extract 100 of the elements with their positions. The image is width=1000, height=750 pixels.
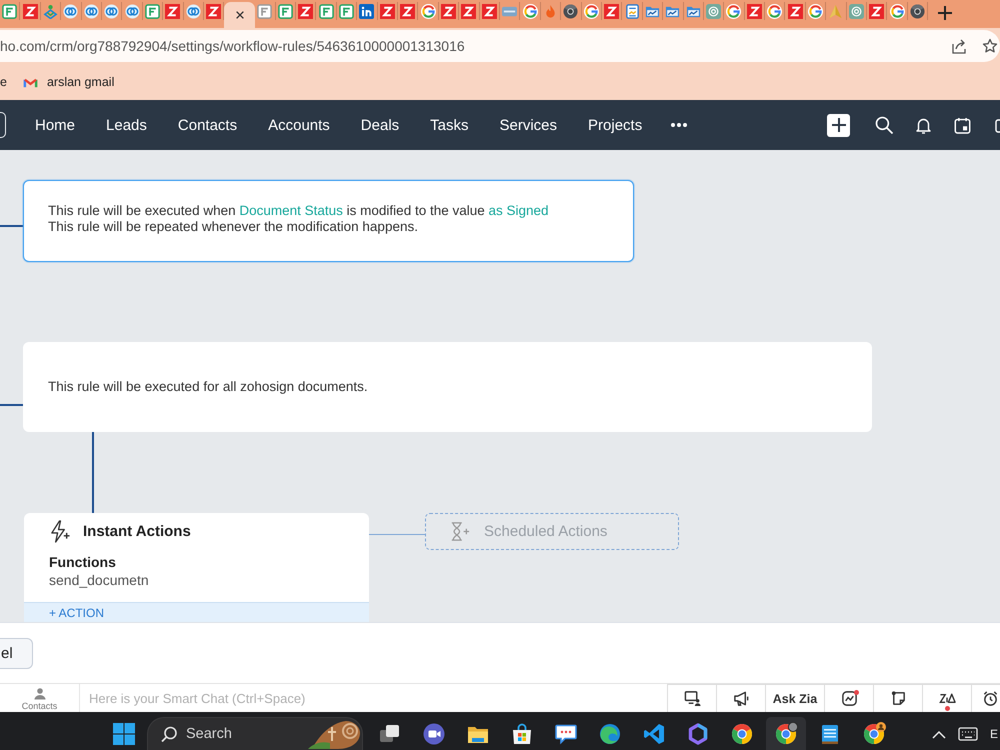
bell-icon[interactable] <box>915 116 932 134</box>
browser-tab[interactable] <box>224 2 256 28</box>
nav-tab[interactable]: Home <box>35 116 76 134</box>
star-icon[interactable] <box>982 38 998 54</box>
rule-note: This rule will be repeated whenever the modification happens. <box>48 219 419 235</box>
toolbar-button[interactable] <box>824 684 873 712</box>
bookmark[interactable]: arslan gmail <box>22 71 114 93</box>
chat-bubble-icon <box>554 722 578 746</box>
nav-tab[interactable]: Services <box>500 116 558 134</box>
hexagon-logo-icon <box>686 722 710 746</box>
search-icon <box>161 726 177 742</box>
browser-tab[interactable] <box>908 2 928 20</box>
alarm-clock-icon <box>982 690 999 707</box>
connector-line <box>0 225 23 227</box>
chrome-icon <box>730 722 754 746</box>
browser-tab[interactable] <box>561 2 582 20</box>
z-logo-icon <box>380 4 395 18</box>
search-field[interactable]: Search <box>147 717 363 750</box>
nav-tab[interactable]: Tasks <box>430 116 468 134</box>
nav-tab[interactable]: Projects <box>588 116 642 134</box>
browser-tab[interactable] <box>785 2 806 20</box>
chevron-up-icon[interactable] <box>932 730 946 738</box>
code-editor-icon <box>642 722 666 746</box>
z-logo-icon <box>441 4 456 18</box>
logo-frame[interactable] <box>0 112 6 138</box>
rings-icon <box>124 4 140 18</box>
browser-tab[interactable] <box>602 2 622 20</box>
browser-tab[interactable] <box>204 2 224 20</box>
person-icon <box>34 688 46 700</box>
browser-tab[interactable] <box>378 2 398 20</box>
start-icon[interactable] <box>113 723 135 745</box>
google-icon <box>726 4 742 18</box>
browser-tab[interactable] <box>480 2 500 20</box>
browser-tab[interactable] <box>520 2 541 20</box>
browser-tab[interactable] <box>887 2 908 20</box>
swirl-logo-icon <box>598 722 622 746</box>
browser-tab[interactable] <box>357 2 378 20</box>
calendar-icon[interactable] <box>954 116 971 134</box>
taskbar-button[interactable] <box>766 717 806 750</box>
plus-icon <box>832 118 846 132</box>
browser-tab[interactable] <box>459 2 480 20</box>
share-icon[interactable] <box>951 38 967 54</box>
toolbar-button[interactable] <box>922 684 971 712</box>
browser-tab[interactable] <box>438 2 460 20</box>
bookmark[interactable]: e <box>0 71 7 93</box>
presenter-icon <box>684 690 700 707</box>
nav-tab[interactable]: Deals <box>360 116 400 134</box>
chrome-icon <box>862 722 886 746</box>
concentric-circles-icon <box>848 4 864 18</box>
toolbar-button[interactable] <box>716 684 765 712</box>
store-bag-icon <box>510 722 534 746</box>
plus-icon[interactable] <box>937 5 954 21</box>
browser-tab[interactable] <box>744 2 766 20</box>
rings-icon <box>63 4 78 18</box>
browser-tab[interactable] <box>806 2 826 20</box>
browser-tab[interactable] <box>724 2 745 20</box>
nav-tab[interactable]: Leads <box>106 116 147 134</box>
z-logo-icon <box>604 4 620 18</box>
triangle-logo-icon <box>828 4 844 18</box>
video-call-icon <box>422 722 446 746</box>
browser-tab[interactable] <box>867 2 888 20</box>
z-logo-icon <box>165 4 180 18</box>
form-icon <box>278 4 293 18</box>
form-icon <box>318 4 334 18</box>
google-icon <box>890 4 905 18</box>
browser-tab[interactable] <box>296 2 316 20</box>
toolbar-button[interactable] <box>971 684 1000 712</box>
rings-icon <box>84 4 99 18</box>
toolbar-button[interactable]: Ask Zia <box>765 684 824 712</box>
form-icon <box>2 4 18 18</box>
form-icon <box>144 4 160 18</box>
browser-tab[interactable] <box>20 2 41 20</box>
browser-tab[interactable] <box>163 2 184 20</box>
language-indicator[interactable]: E <box>990 727 998 741</box>
toolbar-button[interactable] <box>667 684 716 712</box>
google-icon <box>808 4 824 18</box>
rings-icon <box>186 4 201 18</box>
google-icon <box>584 4 599 18</box>
google-icon <box>522 4 538 18</box>
keyboard-icon[interactable] <box>958 727 978 741</box>
form-icon <box>339 4 354 18</box>
function-name[interactable]: send_documetn <box>49 572 149 588</box>
criteria-card[interactable]: This rule will be executed for all zohosign documents. <box>23 342 872 432</box>
browser-tab[interactable] <box>398 2 418 20</box>
add-action-button[interactable]: + ACTION <box>24 602 369 622</box>
z-logo-icon <box>869 4 884 18</box>
close-icon[interactable] <box>234 10 245 20</box>
more-icon[interactable] <box>671 122 688 128</box>
browser-tab[interactable] <box>663 2 684 20</box>
browser-tab[interactable] <box>418 2 439 20</box>
cancel-button[interactable]: el <box>0 638 33 669</box>
create-button[interactable] <box>827 114 850 136</box>
toolbar-button[interactable] <box>873 684 922 712</box>
nav-tab[interactable]: Accounts <box>268 116 330 134</box>
note-icon <box>890 690 906 707</box>
browser-tab[interactable] <box>765 2 786 20</box>
search-icon[interactable] <box>875 116 893 134</box>
z-logo-icon <box>461 4 476 18</box>
browser-tab[interactable] <box>582 2 602 20</box>
nav-tab[interactable]: Contacts <box>178 116 238 134</box>
